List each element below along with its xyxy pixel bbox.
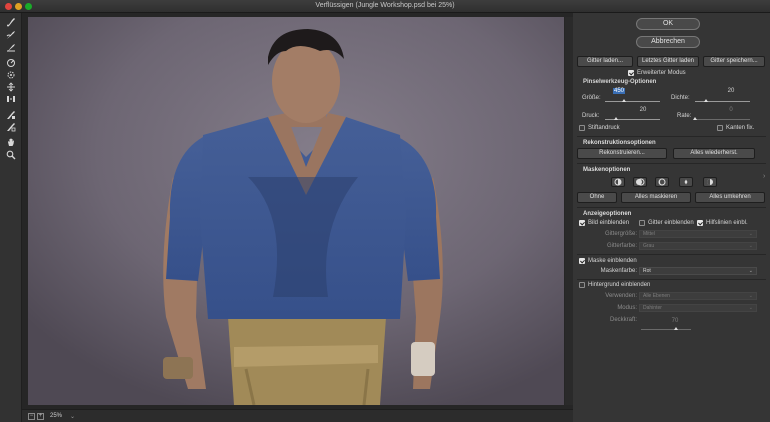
divider: [577, 279, 766, 280]
mask-all-button[interactable]: Alles maskieren: [621, 192, 691, 203]
view-options-heading: Anzeigeoptionen: [583, 211, 632, 217]
mode-select[interactable]: Dahinter ⌄: [639, 304, 757, 312]
forward-warp-icon[interactable]: [5, 17, 17, 28]
options-panel: OK Abbrechen Gitter laden... Letztes Git…: [573, 13, 770, 422]
show-mesh-label: Gitter einblenden: [648, 220, 694, 226]
stylus-pressure-checkbox[interactable]: [579, 125, 585, 131]
load-last-mesh-button[interactable]: Letztes Gitter laden: [637, 56, 699, 67]
add-to-mask-icon[interactable]: [633, 177, 647, 187]
opacity-label: Deckkraft:: [609, 317, 637, 323]
twirl-clockwise-icon[interactable]: [5, 58, 17, 69]
window-title: Verflüssigen (Jungle Workshop.psd bei 25…: [315, 2, 455, 9]
freeze-mask-icon[interactable]: [5, 110, 17, 121]
ok-button[interactable]: OK: [636, 18, 700, 30]
pressure-value[interactable]: 20: [633, 107, 653, 113]
opacity-value[interactable]: 70: [665, 318, 685, 324]
show-guides-checkbox[interactable]: [697, 220, 703, 226]
opacity-slider-thumb[interactable]: [674, 327, 678, 330]
reconstruct-options-heading: Rekonstruktionsoptionen: [583, 140, 656, 146]
reconstruct-button[interactable]: Rekonstruieren...: [577, 148, 667, 159]
invert-mask-icon[interactable]: [703, 177, 717, 187]
divider: [577, 163, 766, 164]
mask-color-label: Maskenfarbe:: [600, 268, 637, 274]
rate-slider[interactable]: [695, 119, 750, 120]
panel-resize-handle-icon[interactable]: ›: [763, 173, 769, 180]
load-mesh-button[interactable]: Gitter laden...: [577, 56, 633, 67]
mesh-color-select[interactable]: Grau ⌄: [639, 242, 757, 250]
preview-image: [28, 17, 564, 405]
mesh-color-label: Gitterfarbe:: [606, 243, 637, 249]
cancel-button[interactable]: Abbrechen: [636, 36, 700, 48]
show-image-label: Bild einblenden: [588, 220, 630, 226]
density-value[interactable]: 20: [721, 88, 741, 94]
subtract-from-mask-icon[interactable]: [655, 177, 669, 187]
rate-value[interactable]: 0: [721, 107, 741, 113]
zoom-in-button[interactable]: +: [37, 413, 44, 420]
use-select[interactable]: Alle Ebenen ⌄: [639, 292, 757, 300]
rate-label: Rate:: [677, 113, 692, 119]
mask-none-button[interactable]: Ohne: [577, 192, 617, 203]
brush-options-heading: Pinselwerkzeug-Optionen: [583, 79, 657, 85]
liquify-toolbar: [0, 13, 22, 422]
mask-options-heading: Maskenoptionen: [583, 167, 631, 173]
zoom-out-button[interactable]: −: [28, 413, 35, 420]
mask-color-select[interactable]: Rot ⌄: [639, 267, 757, 275]
show-guides-label: Hilfslinien einbl.: [706, 220, 748, 226]
zoom-dropdown-icon[interactable]: ⌄: [70, 413, 75, 420]
pin-edges-checkbox[interactable]: [717, 125, 723, 131]
size-label: Größe:: [582, 95, 601, 101]
replace-selection-icon[interactable]: [611, 177, 625, 187]
advanced-mode-checkbox[interactable]: [628, 70, 634, 76]
size-slider[interactable]: [605, 101, 660, 102]
divider: [577, 136, 766, 137]
show-backdrop-label: Hintergrund einblenden: [588, 282, 651, 288]
title-bar: Verflüssigen (Jungle Workshop.psd bei 25…: [0, 0, 770, 13]
pin-edges-label: Kanten fix.: [726, 125, 755, 131]
pucker-icon[interactable]: [5, 70, 17, 81]
divider: [577, 254, 766, 255]
size-slider-thumb[interactable]: [622, 99, 627, 102]
save-mesh-button[interactable]: Gitter speichern...: [703, 56, 765, 67]
mesh-size-select[interactable]: Mittel ⌄: [639, 230, 757, 238]
vertical-scrollbar[interactable]: [565, 17, 573, 405]
show-backdrop-checkbox[interactable]: [579, 282, 585, 288]
divider: [577, 207, 766, 208]
show-image-checkbox[interactable]: [579, 220, 585, 226]
mesh-size-label: Gittergröße:: [604, 231, 637, 237]
zoom-icon[interactable]: [5, 150, 17, 161]
invert-all-button[interactable]: Alles umkehren: [695, 192, 765, 203]
pressure-slider-thumb[interactable]: [614, 117, 618, 120]
hand-icon[interactable]: [5, 137, 17, 148]
show-mask-label: Maske einblenden: [588, 258, 637, 264]
zoom-level[interactable]: 25%: [50, 413, 62, 419]
bloat-icon[interactable]: [5, 82, 17, 93]
density-label: Dichte:: [671, 95, 690, 101]
preview-canvas[interactable]: − + 25% ⌄: [22, 13, 573, 422]
use-label: Verwenden:: [605, 293, 637, 299]
smooth-icon[interactable]: [5, 43, 17, 54]
pressure-label: Druck:: [582, 113, 600, 119]
intersect-with-mask-icon[interactable]: [679, 177, 693, 187]
stylus-pressure-label: Stiftandruck: [588, 125, 620, 131]
density-slider-thumb[interactable]: [704, 99, 708, 102]
push-left-icon[interactable]: [5, 94, 17, 105]
advanced-mode-label: Erweiterter Modus: [637, 70, 686, 76]
status-bar: − + 25% ⌄: [22, 409, 573, 422]
size-value[interactable]: 450: [609, 88, 629, 94]
reconstruct-icon[interactable]: [5, 30, 17, 41]
show-mask-checkbox[interactable]: [579, 258, 585, 264]
restore-all-button[interactable]: Alles wiederherst.: [673, 148, 755, 159]
mode-label: Modus:: [617, 305, 637, 311]
show-mesh-checkbox[interactable]: [639, 220, 645, 226]
rate-slider-thumb[interactable]: [693, 117, 697, 120]
thaw-mask-icon[interactable]: [5, 122, 17, 133]
opacity-slider[interactable]: [641, 329, 691, 330]
